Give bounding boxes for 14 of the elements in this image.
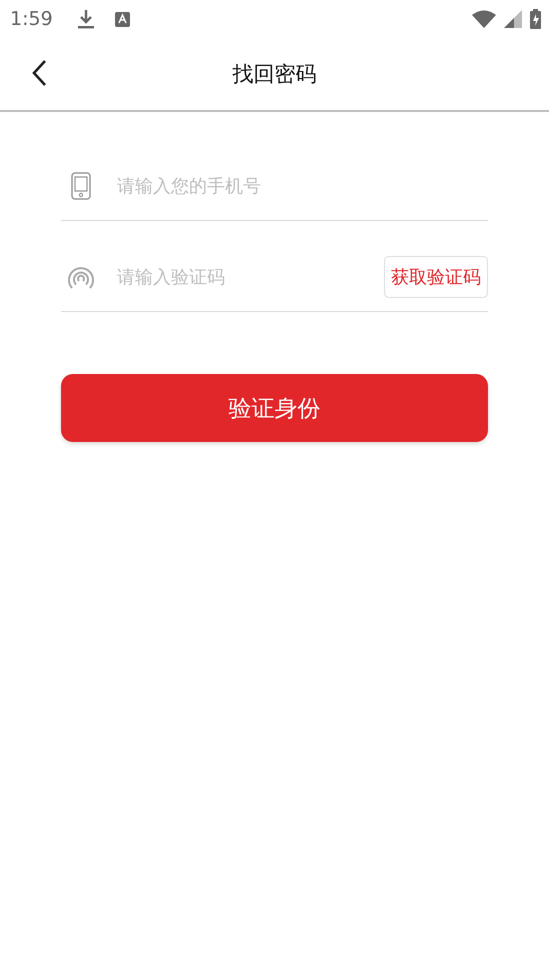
wifi-icon bbox=[472, 10, 496, 28]
phone-icon bbox=[71, 172, 91, 200]
text-app-icon bbox=[114, 12, 130, 26]
clock-time: 1:59 bbox=[10, 8, 53, 30]
battery-icon bbox=[530, 9, 541, 29]
code-field[interactable]: 请输入验证码 bbox=[117, 266, 384, 288]
get-code-button[interactable]: 获取验证码 bbox=[384, 256, 488, 298]
phone-field[interactable]: 请输入您的手机号 bbox=[117, 176, 488, 196]
signal-waves-icon bbox=[67, 264, 95, 290]
verify-button[interactable]: 验证身份 bbox=[61, 374, 488, 442]
page-title: 找回密码 bbox=[232, 61, 316, 88]
signal-icon bbox=[504, 10, 522, 28]
download-icon bbox=[76, 9, 95, 29]
back-icon[interactable] bbox=[31, 59, 47, 87]
